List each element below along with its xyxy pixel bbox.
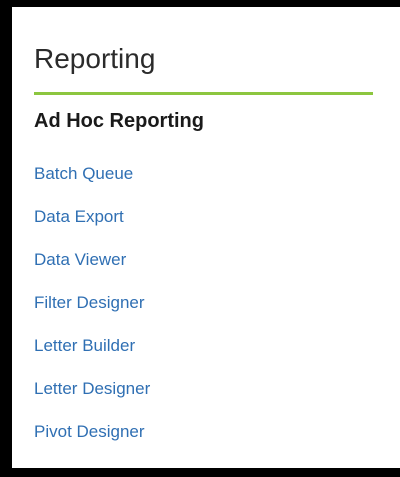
link-label[interactable]: Data Viewer xyxy=(34,250,126,269)
link-label[interactable]: Data Export xyxy=(34,207,124,226)
link-label[interactable]: Letter Builder xyxy=(34,336,135,355)
reporting-panel: Reporting Ad Hoc Reporting Batch Queue D… xyxy=(12,7,400,468)
link-filter-designer[interactable]: Filter Designer xyxy=(34,293,145,313)
link-letter-builder[interactable]: Letter Builder xyxy=(34,336,135,356)
accent-divider xyxy=(34,92,373,95)
link-pivot-designer[interactable]: Pivot Designer xyxy=(34,422,145,442)
group-heading: Ad Hoc Reporting xyxy=(34,110,204,132)
link-label[interactable]: Batch Queue xyxy=(34,164,133,183)
link-data-viewer[interactable]: Data Viewer xyxy=(34,250,126,270)
link-label[interactable]: Filter Designer xyxy=(34,293,145,312)
link-batch-queue[interactable]: Batch Queue xyxy=(34,164,133,184)
link-label[interactable]: Letter Designer xyxy=(34,379,150,398)
link-label[interactable]: Pivot Designer xyxy=(34,422,145,441)
window-frame-bottom xyxy=(0,468,400,477)
link-letter-designer[interactable]: Letter Designer xyxy=(34,379,150,399)
section-title: Reporting xyxy=(34,43,156,74)
window-frame-top xyxy=(0,0,400,7)
link-data-export[interactable]: Data Export xyxy=(34,207,124,227)
window-frame-left xyxy=(0,0,12,477)
